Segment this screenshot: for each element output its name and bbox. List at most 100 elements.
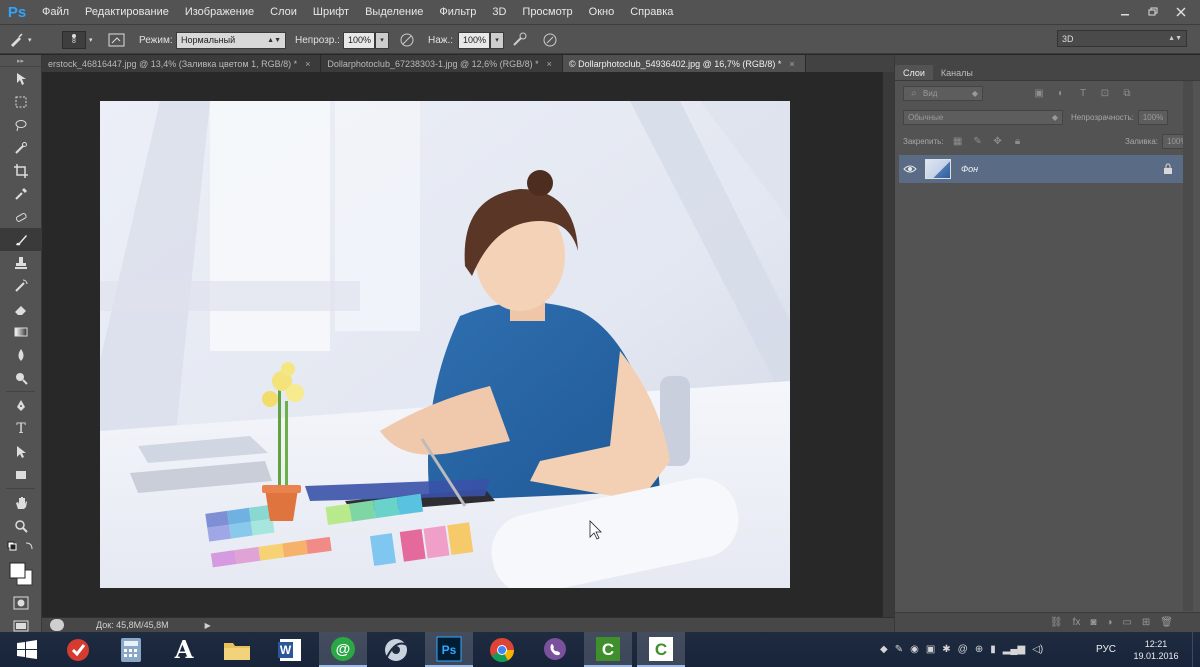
file-explorer-icon[interactable] bbox=[213, 632, 261, 667]
quick-selection-tool-icon[interactable] bbox=[0, 136, 42, 159]
tray-app-icon[interactable]: ⊕ bbox=[975, 644, 983, 655]
viber-icon[interactable] bbox=[531, 632, 579, 667]
lock-transparency-icon[interactable]: ▦ bbox=[952, 135, 964, 147]
menu-image[interactable]: Изображение bbox=[177, 0, 262, 24]
menu-window[interactable]: Окно bbox=[581, 0, 623, 24]
tray-app-icon[interactable]: ▣ bbox=[926, 644, 935, 655]
pen-tool-icon[interactable] bbox=[0, 394, 42, 417]
gradient-tool-icon[interactable] bbox=[0, 320, 42, 343]
menu-help[interactable]: Справка bbox=[622, 0, 681, 24]
layer-blend-mode-select[interactable]: Обычные ◆ bbox=[903, 109, 1063, 125]
menu-layers[interactable]: Слои bbox=[262, 0, 305, 24]
foreground-background-color-swatch[interactable] bbox=[0, 557, 42, 591]
crop-tool-icon[interactable] bbox=[0, 159, 42, 182]
shape-filter-icon[interactable]: ⊡ bbox=[1099, 87, 1111, 99]
tab-layers[interactable]: Слои bbox=[895, 65, 933, 80]
layer-thumbnail[interactable] bbox=[925, 159, 951, 179]
zoom-tool-icon[interactable] bbox=[0, 514, 42, 537]
tray-app-icon[interactable]: ◉ bbox=[910, 644, 919, 655]
font-app-icon[interactable]: A bbox=[160, 632, 208, 667]
move-tool-icon[interactable] bbox=[0, 67, 42, 90]
opacity-input[interactable]: 100% bbox=[343, 31, 375, 49]
swap-colors-icon[interactable] bbox=[0, 537, 42, 557]
brush-size-picker[interactable]: 8 ▾ bbox=[62, 31, 93, 49]
type-filter-icon[interactable]: T bbox=[1077, 87, 1089, 99]
delete-layer-icon[interactable]: 🗑︎ bbox=[1160, 617, 1173, 628]
history-brush-tool-icon[interactable] bbox=[0, 274, 42, 297]
opacity-slider-toggle[interactable]: ▾ bbox=[375, 31, 389, 49]
canvas-scrollbar[interactable] bbox=[882, 72, 894, 617]
close-icon[interactable]: × bbox=[547, 59, 552, 69]
close-icon[interactable] bbox=[1170, 4, 1192, 20]
bluetooth-icon[interactable]: ✱ bbox=[942, 644, 950, 655]
tray-app-icon[interactable]: @ bbox=[958, 644, 968, 655]
tab-document-2[interactable]: Dollarphotoclub_67238303-1.jpg @ 12,6% (… bbox=[321, 55, 563, 72]
close-icon[interactable]: × bbox=[789, 59, 794, 69]
menu-type[interactable]: Шрифт bbox=[305, 0, 357, 24]
menu-select[interactable]: Выделение bbox=[357, 0, 431, 24]
mail-agent-icon[interactable]: @ bbox=[319, 632, 367, 667]
camtasia-icon[interactable]: C bbox=[584, 632, 632, 667]
show-desktop-button[interactable] bbox=[1192, 632, 1200, 667]
path-selection-tool-icon[interactable] bbox=[0, 440, 42, 463]
status-menu-icon[interactable] bbox=[50, 619, 64, 631]
blend-mode-select[interactable]: Нормальный ▲▼ bbox=[176, 31, 286, 49]
windows-start-icon[interactable] bbox=[0, 632, 54, 667]
clock[interactable]: 12:21 19.01.2016 bbox=[1130, 632, 1182, 667]
tab-channels[interactable]: Каналы bbox=[933, 65, 981, 80]
smart-object-filter-icon[interactable]: ⧉ bbox=[1121, 87, 1133, 99]
canvas-area[interactable] bbox=[42, 72, 882, 617]
layer-filter-select[interactable]: ⌕ Вид ◆ bbox=[903, 85, 983, 101]
flow-slider-toggle[interactable]: ▾ bbox=[490, 31, 504, 49]
lock-pixels-icon[interactable]: ✎ bbox=[972, 135, 984, 147]
battery-icon[interactable]: ▮ bbox=[990, 644, 996, 655]
menu-view[interactable]: Просмотр bbox=[514, 0, 580, 24]
adjustment-filter-icon[interactable]: ◐ bbox=[1055, 87, 1067, 99]
new-layer-icon[interactable]: ⊞ bbox=[1142, 617, 1150, 628]
rectangle-tool-icon[interactable] bbox=[0, 463, 42, 486]
lock-position-icon[interactable]: ✥ bbox=[992, 135, 1004, 147]
status-info-toggle[interactable]: ▶ bbox=[205, 621, 211, 630]
new-group-icon[interactable]: ▭ bbox=[1122, 617, 1131, 628]
layer-row[interactable]: Фон bbox=[899, 155, 1183, 183]
cd-burner-icon[interactable] bbox=[372, 632, 420, 667]
menu-filter[interactable]: Фильтр bbox=[431, 0, 484, 24]
word-icon[interactable]: W bbox=[266, 632, 314, 667]
menu-file[interactable]: Файл bbox=[34, 0, 77, 24]
tray-app-icon[interactable]: ✎ bbox=[895, 644, 903, 655]
camtasia-recorder-icon[interactable]: C bbox=[637, 632, 685, 667]
clone-stamp-tool-icon[interactable] bbox=[0, 251, 42, 274]
healing-brush-tool-icon[interactable] bbox=[0, 205, 42, 228]
pressure-opacity-icon[interactable] bbox=[398, 31, 416, 49]
menu-edit[interactable]: Редактирование bbox=[77, 0, 177, 24]
restore-icon[interactable] bbox=[1142, 4, 1164, 20]
pressure-size-icon[interactable] bbox=[541, 31, 559, 49]
marquee-tool-icon[interactable] bbox=[0, 90, 42, 113]
chrome-icon[interactable] bbox=[478, 632, 526, 667]
image-filter-icon[interactable]: ▣ bbox=[1033, 87, 1045, 99]
menu-3d[interactable]: 3D bbox=[484, 0, 514, 24]
tray-app-icon[interactable]: ◆ bbox=[880, 644, 888, 655]
hand-tool-icon[interactable] bbox=[0, 491, 42, 514]
dodge-tool-icon[interactable] bbox=[0, 366, 42, 389]
eye-icon[interactable] bbox=[899, 164, 921, 174]
volume-icon[interactable]: ◁) bbox=[1032, 644, 1043, 655]
language-indicator[interactable]: РУС bbox=[1096, 632, 1116, 667]
flow-input[interactable]: 100% bbox=[458, 31, 490, 49]
layer-style-icon[interactable]: fx bbox=[1073, 617, 1081, 628]
add-mask-icon[interactable]: ◙ bbox=[1090, 617, 1096, 628]
workspace-select[interactable]: 3D ▲▼ bbox=[1057, 30, 1187, 47]
layer-name[interactable]: Фон bbox=[961, 164, 978, 174]
close-icon[interactable]: × bbox=[305, 59, 310, 69]
signal-icon[interactable]: ▂▄▆ bbox=[1003, 644, 1025, 655]
adjustment-layer-icon[interactable]: ◑ bbox=[1106, 617, 1112, 628]
blur-tool-icon[interactable] bbox=[0, 343, 42, 366]
airbrush-icon[interactable] bbox=[511, 31, 529, 49]
brush-panel-toggle-icon[interactable] bbox=[108, 31, 126, 49]
photoshop-icon[interactable]: Ps bbox=[425, 632, 473, 667]
tab-document-3[interactable]: © Dollarphotoclub_54936402.jpg @ 16,7% (… bbox=[562, 55, 806, 72]
tool-preset-picker[interactable]: ▾ bbox=[6, 31, 32, 49]
type-tool-icon[interactable]: T bbox=[0, 417, 42, 440]
lasso-tool-icon[interactable] bbox=[0, 113, 42, 136]
document-image[interactable] bbox=[100, 101, 790, 588]
